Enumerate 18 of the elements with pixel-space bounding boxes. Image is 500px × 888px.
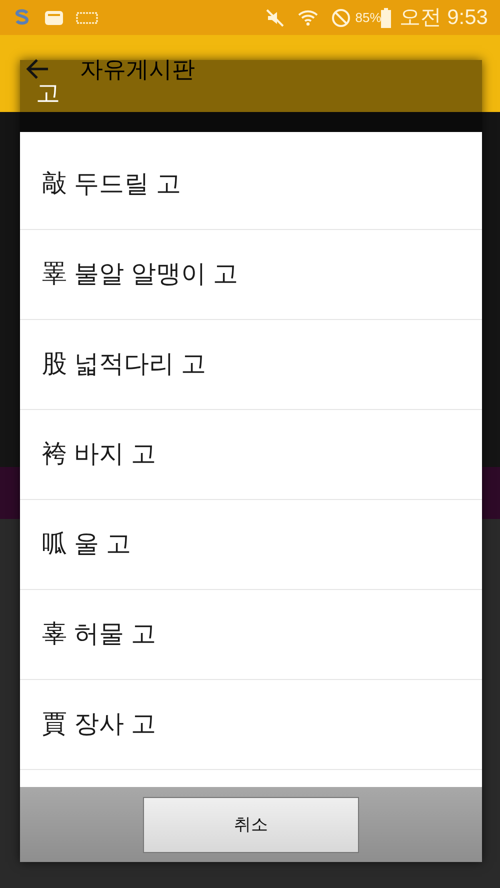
mute-icon [265,8,286,28]
battery-percent: 85% [355,8,382,27]
cancel-button[interactable]: 취소 [143,796,359,852]
app-bar-title: 자유게시판 [80,57,195,81]
list-item[interactable]: 敲 두드릴 고 [20,140,482,230]
clock-time: 오전 9:53 [399,4,488,31]
do-not-disturb-icon [331,8,352,28]
list-item[interactable]: 袴 바지 고 [20,410,482,500]
list-item[interactable]: 賈 장사 고 [20,680,482,770]
back-arrow-icon[interactable] [26,57,50,81]
list-item[interactable]: 呱 울 고 [20,500,482,590]
list-item[interactable]: 股 넓적다리 고 [20,320,482,410]
battery-icon [381,8,392,28]
tray-icon [44,8,64,26]
list-item[interactable]: 睪 불알 알맹이 고 [20,230,482,320]
dialog-title: 고 [36,80,60,107]
keyboard-icon [76,12,98,24]
list-item[interactable]: 辜 허물 고 [20,590,482,680]
